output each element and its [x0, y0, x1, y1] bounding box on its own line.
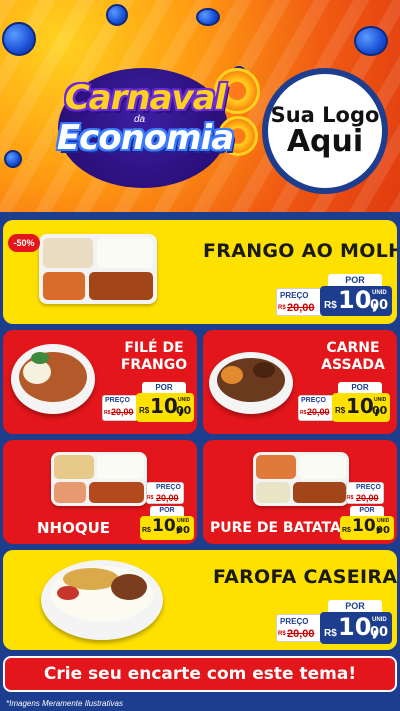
price-from-prefix: R$ — [300, 410, 307, 416]
price-from-value: 20,00 — [307, 407, 330, 417]
currency: R$ — [142, 527, 151, 534]
meal-tray-image — [253, 452, 349, 506]
coin-icon — [106, 4, 128, 26]
price-tag: POR PREÇO R$ 20,00 R$ 10, UNID 00 — [102, 382, 194, 422]
meal-bowl-image — [209, 352, 293, 414]
price-from-label: PREÇO — [280, 617, 309, 626]
price-from-value: 20,00 — [156, 493, 179, 503]
coin-icon — [354, 26, 388, 56]
price-by-label: POR — [338, 382, 382, 393]
footnote: *Imagens Meramente Ilustrativas — [6, 699, 123, 708]
product-name: FRANGO AO MOLHO — [203, 240, 397, 262]
logo-title-line1: Carnaval — [64, 78, 227, 118]
currency: R$ — [342, 527, 351, 534]
price-from-prefix: R$ — [278, 305, 286, 311]
currency: R$ — [324, 300, 337, 311]
coin-icon — [196, 8, 220, 26]
price-from-prefix: R$ — [104, 410, 111, 416]
price-from-prefix: R$ — [147, 495, 154, 501]
price-from-value: 20,00 — [287, 628, 315, 640]
meal-bowl-image — [41, 560, 163, 640]
price-cents: 00 — [372, 404, 388, 417]
price-from-value: 20,00 — [356, 493, 379, 503]
currency: R$ — [324, 628, 337, 639]
product-name: FAROFA CASEIRA — [213, 566, 397, 588]
price-from-value: 20,00 — [287, 302, 315, 314]
price-from-label: PREÇO — [156, 484, 181, 491]
price-cents: 00 — [370, 298, 389, 313]
price-by-label: POR — [142, 382, 186, 393]
price-cents: 00 — [370, 625, 389, 640]
product-name: NHOQUE — [37, 519, 111, 537]
unit-label: UNID — [177, 518, 190, 524]
price-tag: POR PREÇO R$ 20,00 R$ 10, UNID 00 — [276, 274, 392, 316]
product-name-line2: ASSADA — [321, 357, 385, 373]
price-from-value: 20,00 — [111, 407, 134, 417]
price-from-prefix: R$ — [278, 631, 286, 637]
price-by-label: POR — [328, 274, 382, 286]
brand-logo-placeholder: Sua Logo Aqui — [262, 68, 388, 194]
meal-tray-image — [39, 234, 157, 304]
price-cents: 00 — [176, 525, 190, 536]
unit-label: UNID — [377, 518, 390, 524]
unit-label: UNID — [374, 397, 387, 403]
campaign-logo: Carnaval da Economia — [18, 48, 268, 198]
meal-tray-image — [51, 452, 147, 506]
price-tag: POR PREÇO R$ 20,00 R$ 10, UNID 00 — [298, 382, 390, 422]
cta-button[interactable]: Crie seu encarte com este tema! — [3, 656, 397, 692]
discount-badge: -50% — [8, 234, 40, 252]
price-from-label: PREÇO — [280, 291, 309, 300]
price-tag: PREÇO R$ 20,00 POR R$ 10, UNID 00 — [340, 482, 394, 540]
price-cents: 00 — [176, 404, 192, 417]
price-cents: 00 — [376, 525, 390, 536]
currency: R$ — [139, 406, 150, 415]
brand-line2: Aqui — [286, 124, 364, 160]
product-name-line1: FILÉ DE — [124, 340, 184, 356]
product-name-line2: FRANGO — [120, 357, 188, 373]
price-from-prefix: R$ — [347, 495, 354, 501]
unit-label: UNID — [178, 397, 191, 403]
unit-label: UNID — [372, 290, 387, 296]
price-from-label: PREÇO — [356, 484, 381, 491]
logo-title-line2: Economia — [56, 118, 234, 158]
currency: R$ — [335, 406, 346, 415]
price-by-label: POR — [150, 506, 184, 516]
price-tag: POR PREÇO R$ 20,00 R$ 10, UNID 00 — [276, 600, 392, 644]
price-by-label: POR — [350, 506, 384, 516]
price-by-label: POR — [328, 600, 382, 612]
product-name: PURE DE BATATA — [210, 520, 341, 536]
price-from-label: PREÇO — [105, 397, 130, 404]
price-tag: PREÇO R$ 20,00 POR R$ 10, UNID 00 — [140, 482, 194, 540]
product-name-line1: CARNE — [326, 340, 380, 356]
header-banner: Carnaval da Economia Sua Logo Aqui — [0, 0, 400, 212]
meal-bowl-image — [11, 344, 95, 414]
unit-label: UNID — [372, 617, 387, 623]
price-from-label: PREÇO — [301, 397, 326, 404]
brand-line1: Sua Logo — [270, 103, 380, 128]
